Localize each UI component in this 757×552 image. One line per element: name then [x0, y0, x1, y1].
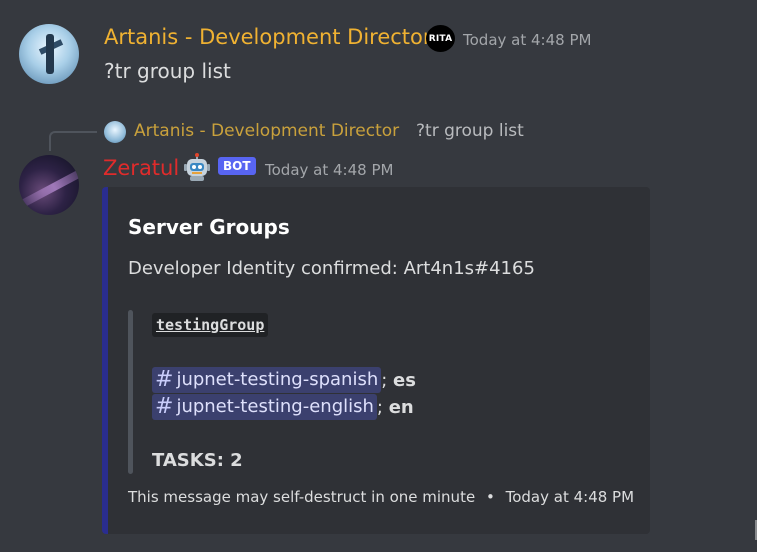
reply-avatar[interactable]: [104, 121, 126, 143]
footer-timestamp: Today at 4:48 PM: [505, 488, 635, 506]
channel-hash-icon: #: [155, 367, 174, 392]
channel-row: # jupnet-testing-english ; en: [152, 394, 414, 420]
channel-language: en: [388, 396, 414, 418]
username-zeratul[interactable]: Zeratul: [103, 156, 179, 180]
rita-badge-icon[interactable]: RITA: [426, 25, 455, 52]
channel-hash-icon: #: [155, 394, 174, 419]
embed-description: Developer Identity confirmed: Art4n1s#41…: [128, 258, 535, 279]
channel-mention[interactable]: # jupnet-testing-english: [152, 394, 377, 420]
footer-text: This message may self-destruct in one mi…: [128, 488, 476, 506]
channel-mention[interactable]: # jupnet-testing-spanish: [152, 367, 382, 393]
channel-language: es: [393, 369, 416, 391]
group-name-code: testingGroup: [152, 313, 269, 337]
timestamp: Today at 4:48 PM: [265, 161, 394, 179]
message-content: ?tr group list: [104, 59, 231, 83]
avatar-artanis[interactable]: [19, 24, 79, 84]
reply-connector: [49, 131, 97, 151]
robot-emoji-icon: [184, 153, 210, 181]
username-artanis[interactable]: Artanis - Development Director: [104, 25, 432, 49]
avatar-zeratul[interactable]: [19, 155, 79, 215]
footer-separator: •: [485, 488, 495, 506]
tasks-count: TASKS: 2: [152, 450, 243, 471]
embed: Server Groups Developer Identity confirm…: [102, 187, 650, 534]
reply-content[interactable]: ?tr group list: [416, 121, 524, 141]
embed-title: Server Groups: [128, 215, 290, 239]
embed-footer: This message may self-destruct in one mi…: [128, 488, 634, 506]
channel-name: jupnet-testing-english: [176, 396, 374, 417]
bot-badge: BOT: [218, 157, 256, 175]
channel-name: jupnet-testing-spanish: [176, 369, 379, 390]
timestamp: Today at 4:48 PM: [463, 31, 592, 49]
blockquote-bar: [128, 310, 133, 474]
channel-row: # jupnet-testing-spanish ; es: [152, 367, 416, 393]
reply-author[interactable]: Artanis - Development Director: [134, 121, 399, 141]
